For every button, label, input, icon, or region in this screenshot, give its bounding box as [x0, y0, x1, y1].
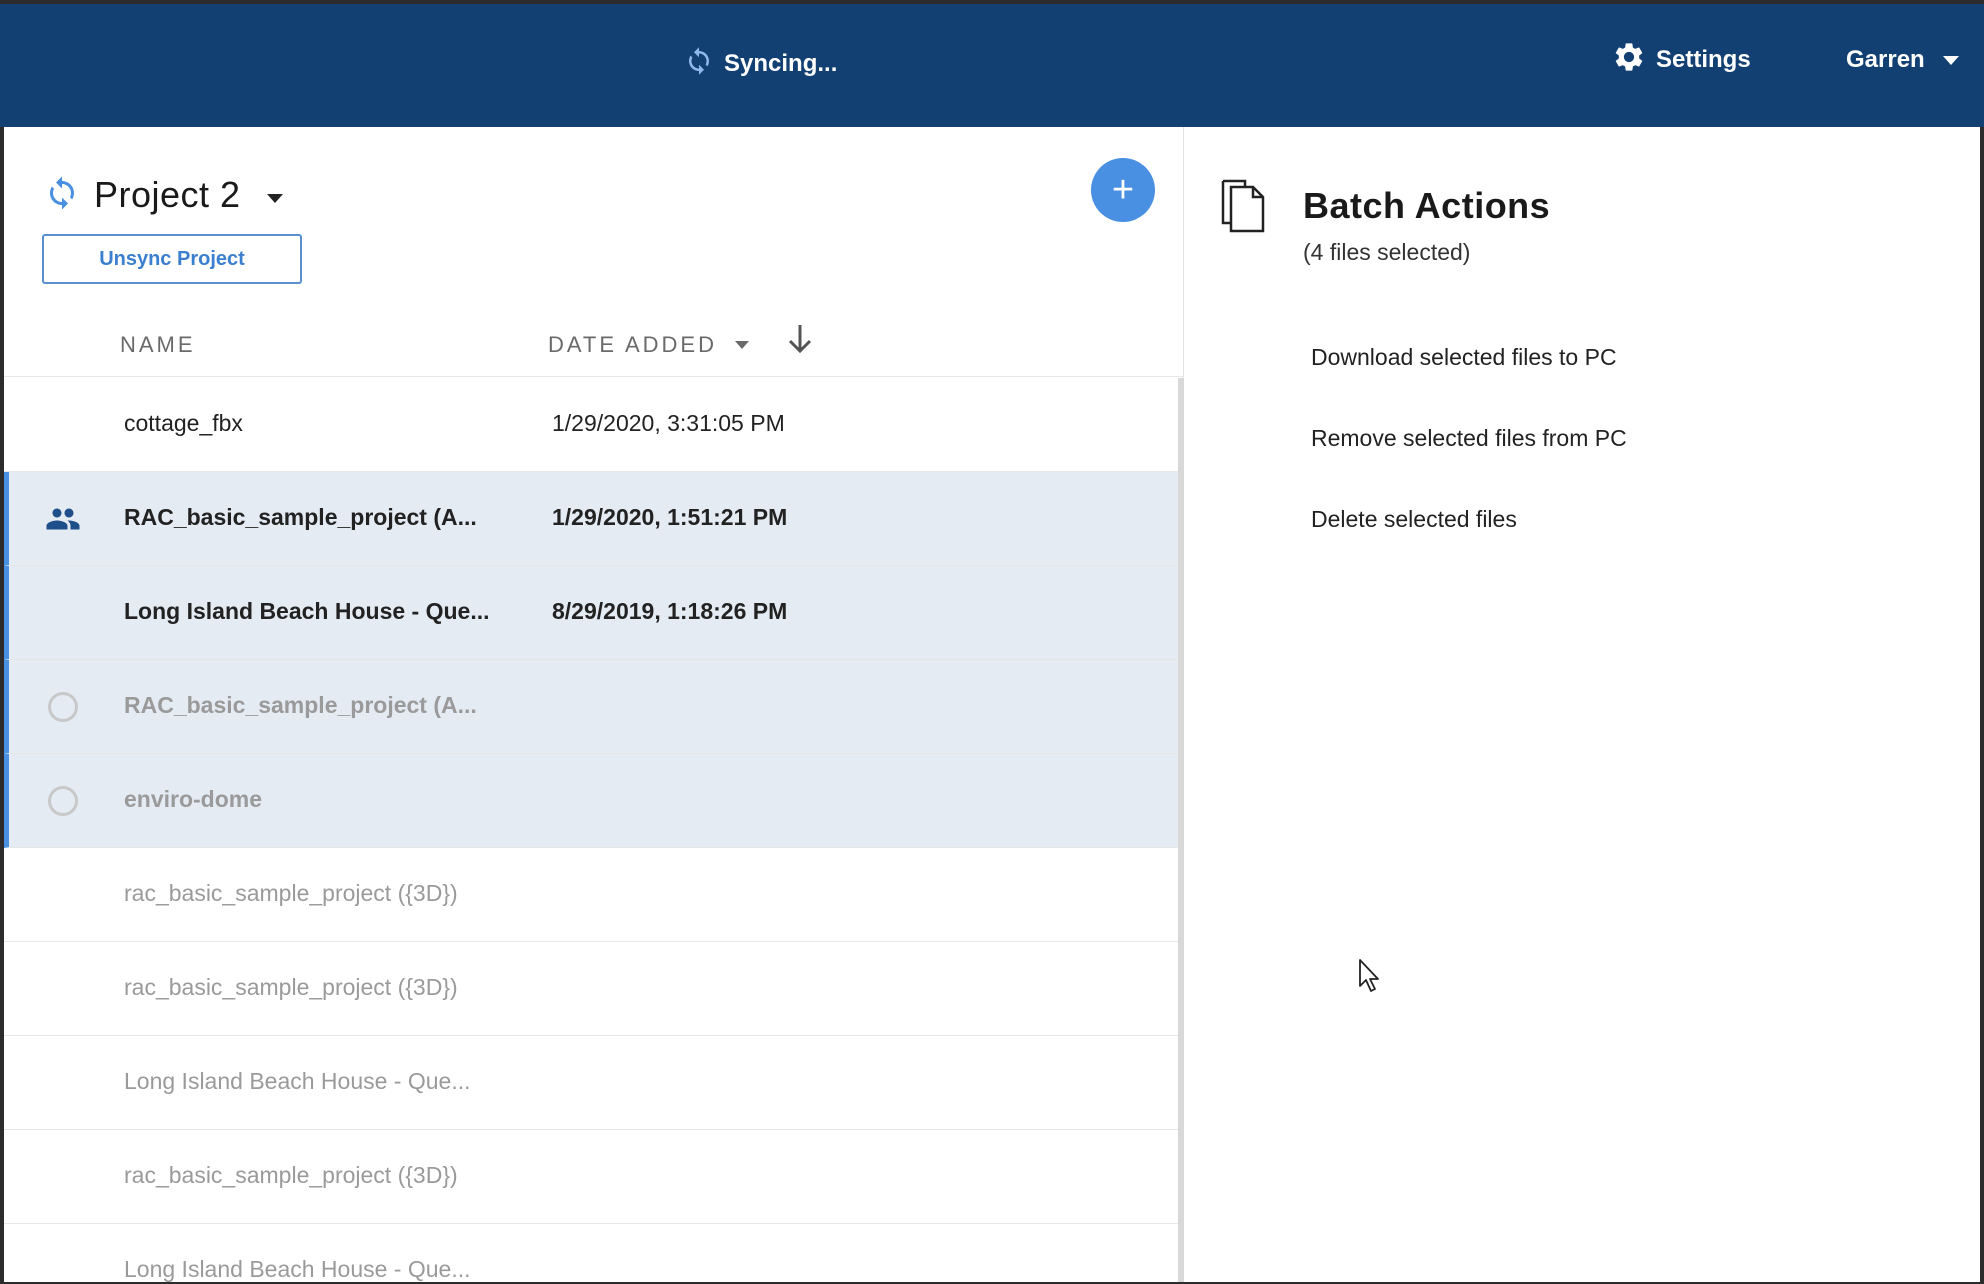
table-row[interactable]: cottage_fbx 1/29/2020, 3:31:05 PM — [4, 378, 1178, 472]
column-header-date-added[interactable]: DATE ADDED — [548, 332, 749, 358]
sync-status-label: Syncing... — [724, 50, 838, 77]
remove-files-action[interactable]: Remove selected files from PC — [1311, 423, 1627, 504]
sync-icon — [684, 46, 714, 83]
file-date: 8/29/2019, 1:18:26 PM — [552, 598, 788, 624]
copy-files-icon — [1219, 177, 1275, 235]
batch-action-list: Download selected files to PC Remove sel… — [1311, 342, 1627, 585]
chevron-down-icon — [734, 341, 749, 349]
table-row[interactable]: Long Island Beach House - Que... 8/29/20… — [4, 566, 1178, 660]
plus-icon: + — [1111, 168, 1135, 211]
file-name: rac_basic_sample_project ({3D}) — [124, 880, 458, 906]
circle-icon — [48, 692, 78, 722]
file-name: rac_basic_sample_project ({3D}) — [124, 974, 458, 1000]
user-menu[interactable]: Garren — [1846, 40, 1959, 80]
batch-actions-panel: Batch Actions (4 files selected) Downloa… — [1185, 127, 1984, 1284]
file-list-panel: Project 2 Unsync Project + NAME DATE ADD… — [0, 127, 1184, 1284]
file-name: Long Island Beach House - Que... — [124, 1256, 471, 1282]
table-row[interactable]: rac_basic_sample_project ({3D}) — [4, 942, 1178, 1036]
radio-button[interactable] — [44, 688, 82, 726]
unsync-project-button[interactable]: Unsync Project — [42, 234, 302, 284]
table-row[interactable]: rac_basic_sample_project ({3D}) — [4, 848, 1178, 942]
table-row[interactable]: RAC_basic_sample_project (A... — [4, 660, 1178, 754]
file-name: RAC_basic_sample_project (A... — [124, 692, 477, 718]
add-button[interactable]: + — [1091, 158, 1155, 222]
table-row[interactable]: rac_basic_sample_project ({3D}) — [4, 1130, 1178, 1224]
column-header-date-label: DATE ADDED — [548, 332, 717, 357]
file-name: enviro-dome — [124, 786, 263, 812]
delete-files-action[interactable]: Delete selected files — [1311, 504, 1627, 585]
file-date: 1/29/2020, 1:51:21 PM — [552, 504, 788, 530]
circle-icon — [48, 786, 78, 816]
radio-button[interactable] — [44, 782, 82, 820]
chevron-down-icon — [1942, 55, 1959, 65]
shared-users-icon — [44, 500, 82, 538]
gear-icon — [1612, 40, 1646, 81]
download-files-action[interactable]: Download selected files to PC — [1311, 342, 1627, 423]
column-headers: NAME DATE ADDED — [4, 307, 1184, 377]
settings-label: Settings — [1656, 46, 1751, 73]
chevron-down-icon — [266, 193, 283, 203]
sort-descending-icon[interactable] — [784, 321, 816, 357]
file-name: Long Island Beach House - Que... — [124, 1068, 471, 1094]
project-title: Project 2 — [94, 174, 241, 215]
file-name: Long Island Beach House - Que... — [124, 598, 490, 624]
selection-count: (4 files selected) — [1303, 239, 1471, 265]
mouse-cursor-icon — [1358, 958, 1382, 994]
file-list: cottage_fbx 1/29/2020, 3:31:05 PM RAC_ba… — [4, 378, 1178, 1284]
column-header-name[interactable]: NAME — [120, 332, 196, 358]
sync-icon — [44, 175, 80, 216]
table-row[interactable]: RAC_basic_sample_project (A... 1/29/2020… — [4, 472, 1178, 566]
file-name: rac_basic_sample_project ({3D}) — [124, 1162, 458, 1188]
table-row[interactable]: enviro-dome — [4, 754, 1178, 848]
user-name: Garren — [1846, 46, 1925, 73]
sync-status: Syncing... — [684, 46, 837, 82]
project-selector[interactable]: Project 2 — [44, 172, 283, 218]
file-date: 1/29/2020, 3:31:05 PM — [552, 410, 785, 436]
file-name: cottage_fbx — [124, 410, 243, 436]
scrollbar[interactable] — [1178, 378, 1184, 1284]
settings-button[interactable]: Settings — [1612, 40, 1751, 80]
file-name: RAC_basic_sample_project (A... — [124, 504, 477, 530]
table-row[interactable]: Long Island Beach House - Que... — [4, 1036, 1178, 1130]
batch-actions-title: Batch Actions — [1303, 185, 1551, 226]
table-row[interactable]: Long Island Beach House - Que... — [4, 1224, 1178, 1284]
top-bar: Syncing... Settings Garren — [0, 0, 1984, 127]
